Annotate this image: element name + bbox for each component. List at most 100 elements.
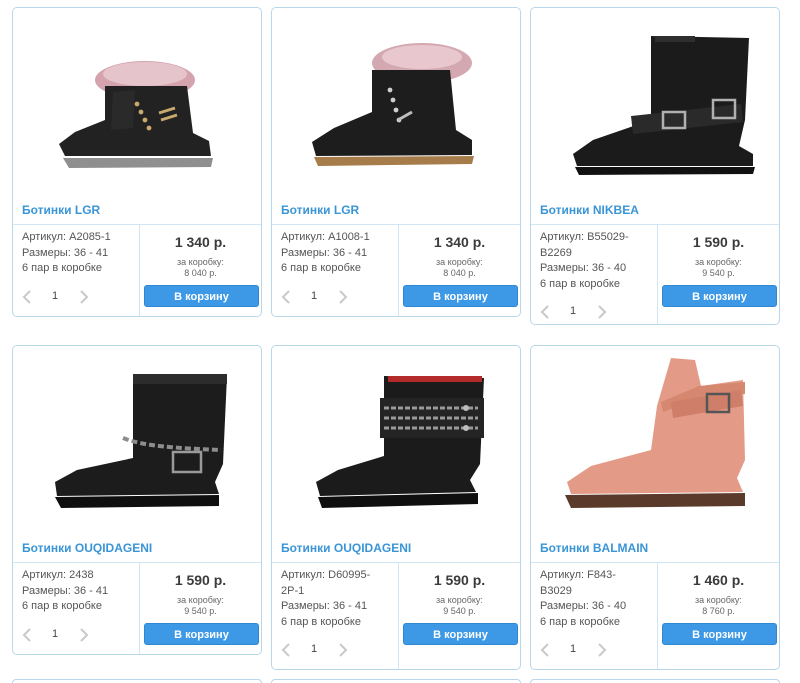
product-image[interactable] bbox=[531, 8, 779, 196]
product-card: Ботинки LGR Артикул: A1008-1 Размеры: 36… bbox=[271, 7, 521, 317]
product-card: Ботинки OUQIDAGENI Артикул: D60995- 2P-1… bbox=[271, 345, 521, 670]
chevron-right-icon[interactable] bbox=[76, 290, 90, 304]
product-article-cont: 2P-1 bbox=[281, 584, 305, 597]
chevron-right-icon[interactable] bbox=[76, 628, 90, 642]
product-card: Ботинки BALMAIN Артикул: F843- B3029 Раз… bbox=[530, 345, 780, 670]
product-article: Артикул: B55029- bbox=[540, 231, 629, 243]
chevron-right-icon[interactable] bbox=[594, 643, 608, 657]
product-card: Ботинки NIKBEA Артикул: B55029- B2269 Ра… bbox=[530, 7, 780, 325]
chevron-left-icon[interactable] bbox=[280, 290, 294, 304]
product-pack: 6 пар в коробке bbox=[281, 615, 361, 628]
product-pack: 6 пар в коробке bbox=[540, 277, 620, 290]
divider bbox=[272, 224, 520, 225]
product-price: 1 590 р. bbox=[174, 572, 227, 588]
box-price: 9 540 р. bbox=[702, 268, 735, 278]
box-price: 8 040 р. bbox=[443, 268, 476, 278]
product-card-next-row bbox=[271, 679, 521, 683]
product-sizes: Размеры: 36 - 40 bbox=[540, 262, 627, 274]
box-price: 9 540 р. bbox=[443, 606, 476, 616]
divider bbox=[13, 562, 261, 563]
product-article: Артикул: A1008-1 bbox=[281, 231, 370, 243]
divider bbox=[13, 224, 261, 225]
product-card: Ботинки LGR Артикул: A2085-1 Размеры: 36… bbox=[12, 7, 262, 317]
chevron-left-icon[interactable] bbox=[539, 643, 553, 657]
chevron-left-icon[interactable] bbox=[539, 305, 553, 319]
product-title[interactable]: Ботинки BALMAIN bbox=[540, 541, 648, 555]
product-sizes: Размеры: 36 - 41 bbox=[281, 246, 368, 259]
product-price: 1 340 р. bbox=[433, 234, 486, 250]
product-pack: 6 пар в коробке bbox=[22, 262, 102, 274]
add-to-cart-button[interactable]: В корзину bbox=[662, 623, 777, 645]
divider bbox=[531, 562, 779, 563]
product-article-cont: B3029 bbox=[540, 584, 572, 597]
quantity-value[interactable]: 1 bbox=[45, 290, 65, 302]
product-article-cont: B2269 bbox=[540, 246, 572, 259]
chevron-right-icon[interactable] bbox=[594, 305, 608, 319]
product-article: Артикул: 2438 bbox=[22, 569, 94, 581]
chevron-right-icon[interactable] bbox=[335, 290, 349, 304]
box-price-label: за коробку: bbox=[436, 257, 483, 267]
product-details: Артикул: F843- B3029 Размеры: 36 - 40 6 … bbox=[540, 568, 652, 630]
box-price-label: за коробку: bbox=[436, 595, 483, 605]
product-image[interactable] bbox=[272, 346, 520, 534]
product-article: Артикул: A2085-1 bbox=[22, 231, 111, 243]
product-card: Ботинки OUQIDAGENI Артикул: 2438 Размеры… bbox=[12, 345, 262, 655]
add-to-cart-button[interactable]: В корзину bbox=[144, 285, 259, 307]
product-details: Артикул: B55029- B2269 Размеры: 36 - 40 … bbox=[540, 230, 652, 292]
add-to-cart-button[interactable]: В корзину bbox=[403, 623, 518, 645]
chevron-left-icon[interactable] bbox=[280, 643, 294, 657]
product-article: Артикул: F843- bbox=[540, 569, 616, 581]
product-title[interactable]: Ботинки LGR bbox=[281, 203, 359, 217]
quantity-value[interactable]: 1 bbox=[563, 643, 583, 655]
product-price: 1 590 р. bbox=[692, 234, 745, 250]
product-price: 1 460 р. bbox=[692, 572, 745, 588]
chevron-left-icon[interactable] bbox=[21, 290, 35, 304]
product-image[interactable] bbox=[531, 346, 779, 534]
product-title[interactable]: Ботинки OUQIDAGENI bbox=[281, 541, 411, 555]
quantity-stepper: 1 bbox=[280, 641, 350, 659]
product-title[interactable]: Ботинки OUQIDAGENI bbox=[22, 541, 152, 555]
product-pack: 6 пар в коробке bbox=[22, 600, 102, 612]
product-image[interactable] bbox=[13, 346, 261, 534]
quantity-stepper: 1 bbox=[539, 303, 609, 321]
chevron-right-icon[interactable] bbox=[335, 643, 349, 657]
quantity-stepper: 1 bbox=[21, 626, 91, 644]
product-price: 1 590 р. bbox=[433, 572, 486, 588]
box-price-label: за коробку: bbox=[695, 595, 742, 605]
product-sizes: Размеры: 36 - 41 bbox=[281, 600, 368, 612]
quantity-value[interactable]: 1 bbox=[304, 290, 324, 302]
product-pack: 6 пар в коробке bbox=[281, 262, 361, 274]
box-price-label: за коробку: bbox=[695, 257, 742, 267]
product-title[interactable]: Ботинки LGR bbox=[22, 203, 100, 217]
product-card-next-row bbox=[12, 679, 262, 683]
quantity-value[interactable]: 1 bbox=[45, 628, 65, 640]
divider bbox=[272, 562, 520, 563]
quantity-stepper: 1 bbox=[280, 288, 350, 306]
add-to-cart-button[interactable]: В корзину bbox=[144, 623, 259, 645]
product-details: Артикул: D60995- 2P-1 Размеры: 36 - 41 6… bbox=[281, 568, 393, 630]
product-image[interactable] bbox=[13, 8, 261, 196]
product-sizes: Размеры: 36 - 41 bbox=[22, 584, 109, 597]
product-sizes: Размеры: 36 - 41 bbox=[22, 246, 109, 259]
product-details: Артикул: A2085-1 Размеры: 36 - 41 6 пар … bbox=[22, 230, 134, 277]
add-to-cart-button[interactable]: В корзину bbox=[662, 285, 777, 307]
product-details: Артикул: 2438 Размеры: 36 - 41 6 пар в к… bbox=[22, 568, 134, 615]
quantity-value[interactable]: 1 bbox=[563, 305, 583, 317]
divider bbox=[531, 224, 779, 225]
box-price-label: за коробку: bbox=[177, 257, 224, 267]
add-to-cart-button[interactable]: В корзину bbox=[403, 285, 518, 307]
box-price: 8 040 р. bbox=[184, 268, 217, 278]
box-price: 9 540 р. bbox=[184, 606, 217, 616]
product-title[interactable]: Ботинки NIKBEA bbox=[540, 203, 639, 217]
box-price: 8 760 р. bbox=[702, 606, 735, 616]
product-article: Артикул: D60995- bbox=[281, 569, 371, 581]
product-card-next-row bbox=[530, 679, 780, 683]
box-price-label: за коробку: bbox=[177, 595, 224, 605]
product-pack: 6 пар в коробке bbox=[540, 615, 620, 628]
product-sizes: Размеры: 36 - 40 bbox=[540, 600, 627, 612]
chevron-left-icon[interactable] bbox=[21, 628, 35, 642]
quantity-stepper: 1 bbox=[539, 641, 609, 659]
product-image[interactable] bbox=[272, 8, 520, 196]
quantity-value[interactable]: 1 bbox=[304, 643, 324, 655]
product-details: Артикул: A1008-1 Размеры: 36 - 41 6 пар … bbox=[281, 230, 393, 277]
